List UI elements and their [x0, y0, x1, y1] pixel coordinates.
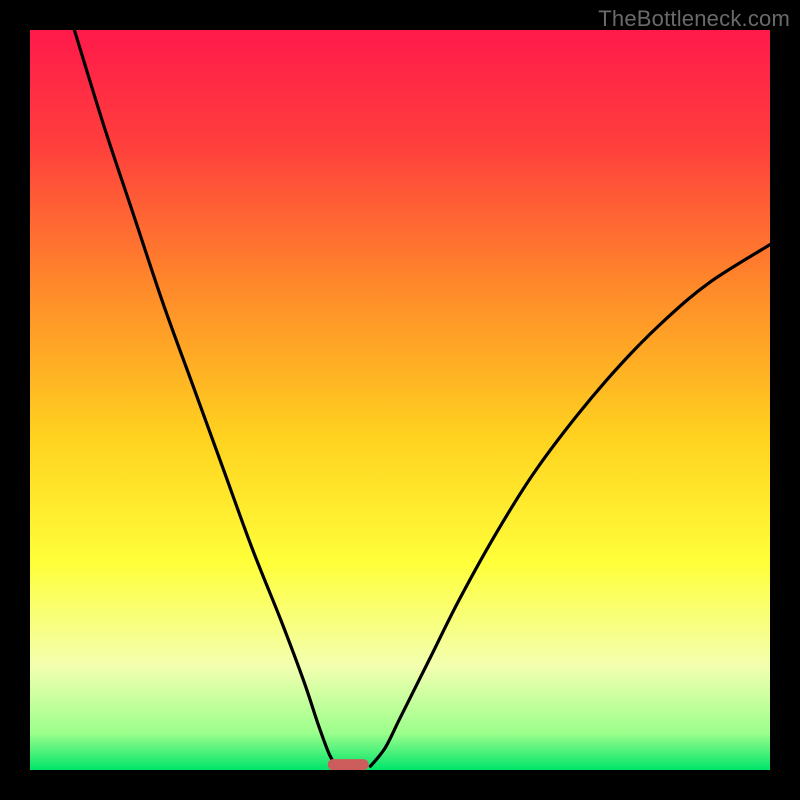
watermark-text: TheBottleneck.com	[598, 6, 790, 32]
gradient-background	[30, 30, 770, 770]
bottleneck-chart	[30, 30, 770, 770]
chart-frame: TheBottleneck.com	[0, 0, 800, 800]
minimum-marker	[328, 759, 369, 770]
